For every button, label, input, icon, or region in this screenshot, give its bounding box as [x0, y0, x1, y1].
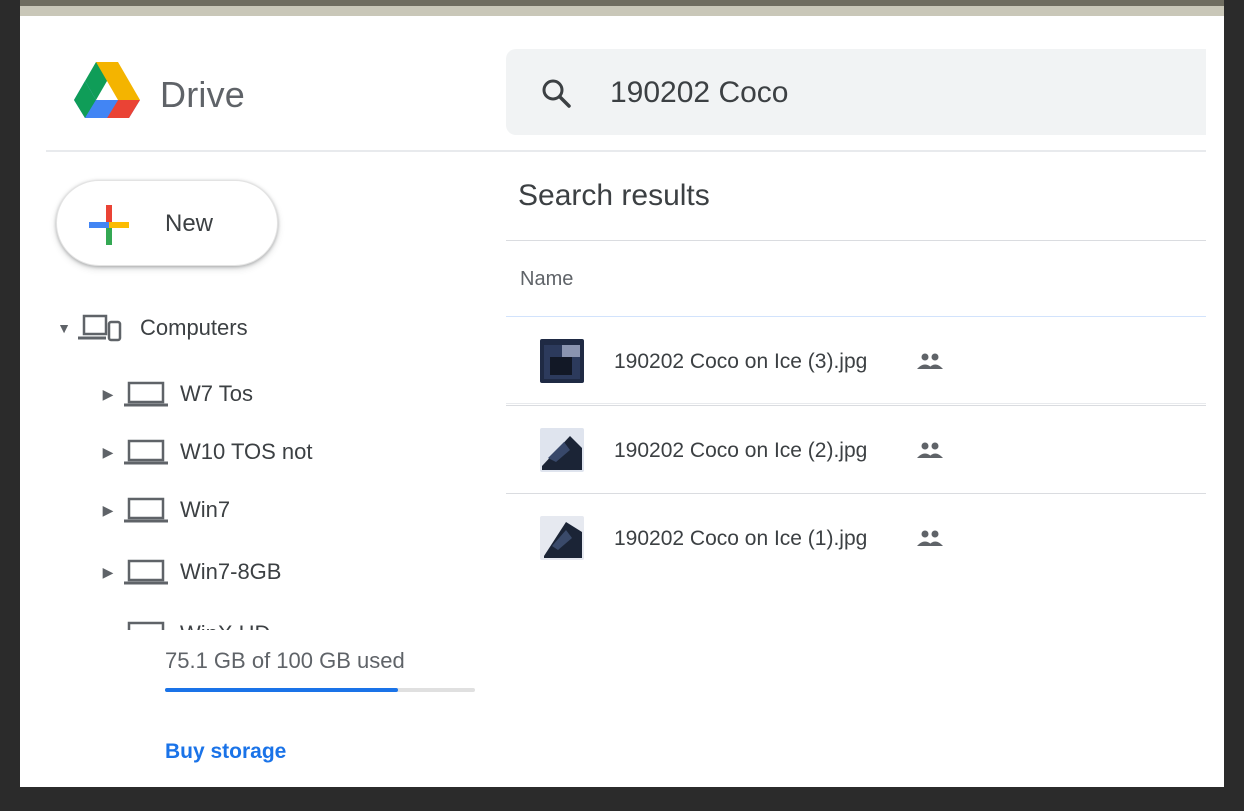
- caret-right-icon[interactable]: ▶: [98, 502, 118, 519]
- caret-right-icon[interactable]: ▶: [98, 626, 118, 631]
- storage-progress-bar: [165, 688, 475, 692]
- sidebar-item-w7-tos[interactable]: ▶ W7 Tos: [98, 374, 253, 414]
- caret-right-icon[interactable]: ▶: [98, 386, 118, 403]
- sidebar-item-label: Computers: [140, 315, 248, 340]
- sidebar-item-label: Win7: [180, 497, 231, 522]
- laptop-icon: [124, 559, 168, 585]
- page-title: Search results: [518, 179, 710, 212]
- sidebar-item-winx-hd[interactable]: ▶ WinX HD: [98, 616, 338, 630]
- window-frame-left: [0, 0, 20, 811]
- drive-app: Drive 190202 Coco New ▼ Computers ▶ W7 T…: [20, 16, 1224, 787]
- drive-logo-icon[interactable]: [74, 60, 140, 120]
- laptop-icon: [124, 497, 168, 523]
- file-row[interactable]: 190202 Coco on Ice (2).jpg: [506, 405, 1206, 493]
- computers-icon: [78, 314, 122, 342]
- buy-storage-link[interactable]: Buy storage: [165, 740, 286, 764]
- sidebar-item-computers[interactable]: ▼ Computers: [54, 308, 248, 348]
- sidebar-item-win7[interactable]: ▶ Win7: [98, 490, 230, 530]
- header-divider: [46, 150, 1206, 152]
- file-row[interactable]: 190202 Coco on Ice (3).jpg: [506, 316, 1206, 404]
- app-title: Drive: [160, 74, 246, 115]
- shared-people-icon: [917, 442, 943, 458]
- image-thumbnail-icon: [540, 339, 584, 383]
- results-divider: [506, 240, 1206, 241]
- shared-people-icon: [917, 530, 943, 546]
- image-thumbnail-icon: [540, 428, 584, 472]
- sidebar-item-label: WinX HD: [180, 621, 270, 630]
- file-name: 190202 Coco on Ice (3).jpg: [614, 350, 868, 373]
- laptop-icon: [127, 621, 165, 630]
- sidebar-item-label: Win7-8GB: [180, 559, 282, 584]
- sidebar-item-label: W10 TOS not: [180, 439, 313, 464]
- image-thumbnail-icon: [540, 516, 584, 560]
- search-input[interactable]: 190202 Coco: [610, 76, 788, 110]
- search-bar[interactable]: 190202 Coco: [506, 49, 1206, 135]
- shared-people-icon: [917, 353, 943, 369]
- file-name: 190202 Coco on Ice (1).jpg: [614, 527, 868, 550]
- caret-down-icon[interactable]: ▼: [54, 320, 74, 336]
- storage-usage-text: 75.1 GB of 100 GB used: [165, 648, 405, 673]
- sidebar-item-w10-tos-not[interactable]: ▶ W10 TOS not: [98, 432, 312, 472]
- laptop-icon: [124, 381, 168, 407]
- window-frame-edge: [0, 0, 1244, 6]
- caret-right-icon[interactable]: ▶: [98, 564, 118, 581]
- new-button-label: New: [165, 210, 214, 237]
- window-frame-bottom: [0, 787, 1244, 811]
- sidebar-item-label: W7 Tos: [180, 381, 253, 406]
- storage-progress-fill: [165, 688, 398, 692]
- laptop-icon: [124, 439, 168, 465]
- new-button[interactable]: New: [56, 180, 278, 266]
- file-row[interactable]: 190202 Coco on Ice (1).jpg: [506, 493, 1206, 581]
- plus-icon: [89, 205, 129, 245]
- window-frame-right: [1224, 0, 1244, 811]
- sidebar-item-win7-8gb[interactable]: ▶ Win7-8GB: [98, 552, 281, 592]
- file-name: 190202 Coco on Ice (2).jpg: [614, 439, 868, 462]
- caret-right-icon[interactable]: ▶: [98, 444, 118, 461]
- column-header-name[interactable]: Name: [520, 268, 573, 291]
- search-icon[interactable]: [540, 77, 572, 109]
